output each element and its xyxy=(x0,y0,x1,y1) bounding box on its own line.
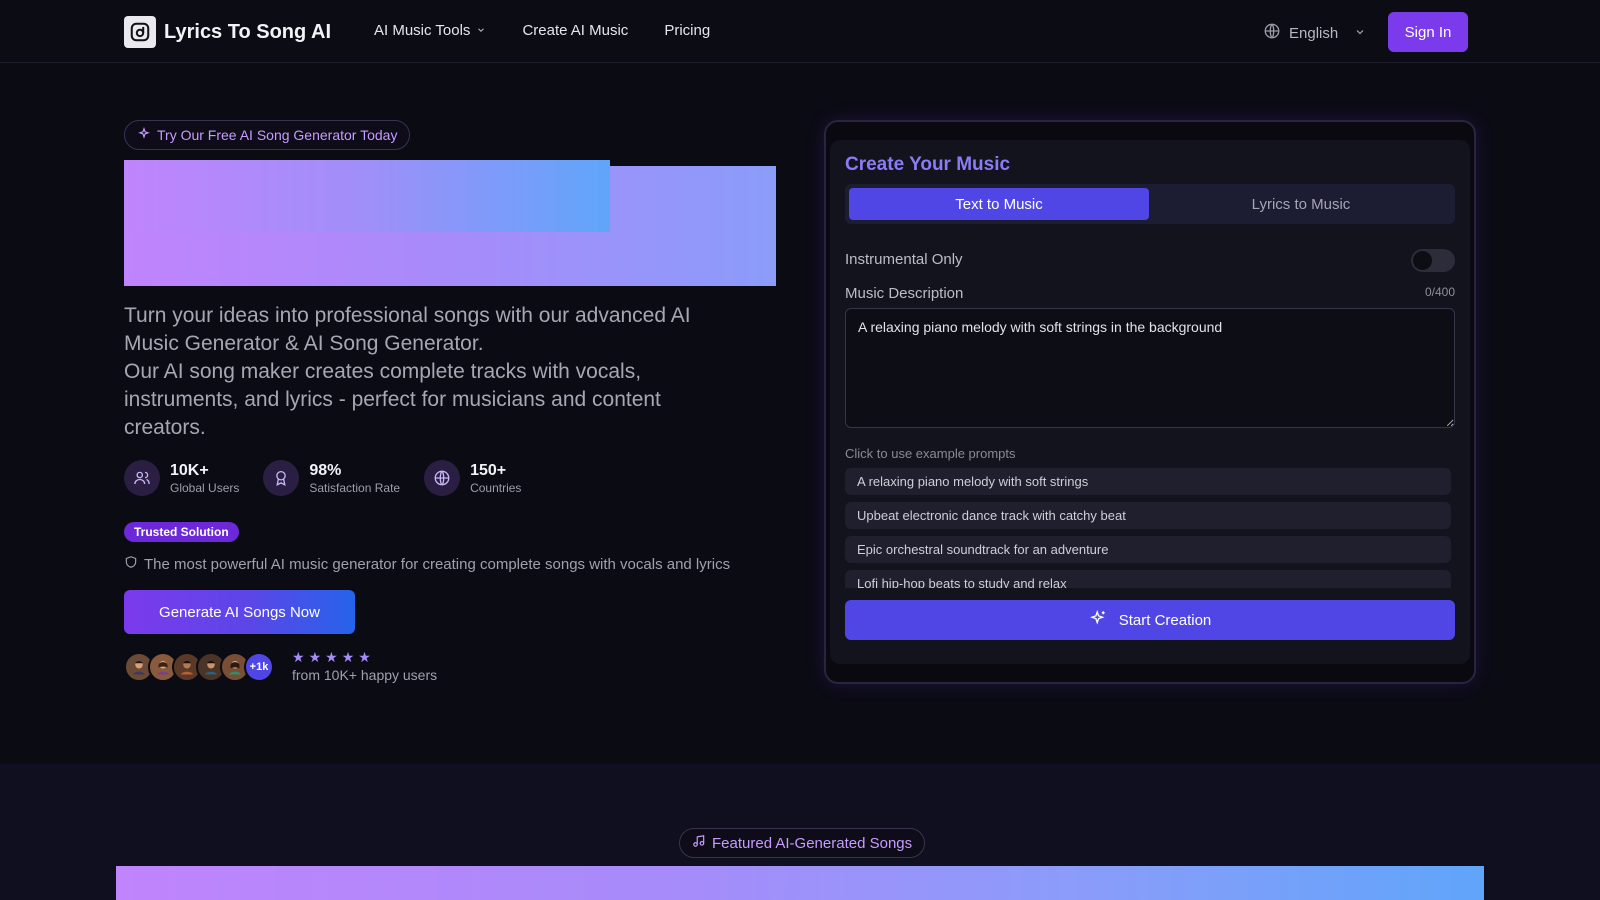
users-icon xyxy=(124,460,160,496)
instrumental-label: Instrumental Only xyxy=(845,251,963,268)
example-prompt[interactable]: Upbeat electronic dance track with catch… xyxy=(845,502,1451,529)
free-generator-badge: Try Our Free AI Song Generator Today xyxy=(124,120,411,150)
globe-icon xyxy=(1263,22,1281,44)
sign-in-button[interactable]: Sign In xyxy=(1388,12,1468,52)
chevron-down-icon xyxy=(1354,25,1366,42)
stat-value: 10K+ xyxy=(170,461,209,479)
tab-text-to-music[interactable]: Text to Music xyxy=(849,188,1149,220)
featured-badge-text: Featured AI-Generated Songs xyxy=(712,834,913,852)
instrumental-toggle[interactable] xyxy=(1411,249,1455,272)
language-label: English xyxy=(1289,24,1339,42)
stat-value: 98% xyxy=(309,461,342,479)
nav-label: Pricing xyxy=(664,22,711,39)
brand-logo[interactable]: Lyrics To Song AI xyxy=(124,16,331,48)
example-prompts-list[interactable]: A relaxing piano melody with soft string… xyxy=(845,468,1451,588)
star-icon: ★ xyxy=(292,649,305,665)
star-icon: ★ xyxy=(325,649,338,665)
nav-label: AI Music Tools xyxy=(374,22,471,39)
hero-description-line-2: Our AI song maker creates complete track… xyxy=(124,360,661,439)
rating-stars: ★ ★ ★ ★ ★ xyxy=(292,649,437,665)
start-creation-button[interactable]: Start Creation xyxy=(845,600,1455,640)
stat-global-users: 10K+ Global Users xyxy=(124,460,239,496)
example-prompt[interactable]: Lofi hip-hop beats to study and relax xyxy=(845,570,1451,588)
award-icon xyxy=(263,460,300,496)
badge-text: Try Our Free AI Song Generator Today xyxy=(157,127,398,143)
example-prompt[interactable]: A relaxing piano melody with soft string… xyxy=(845,468,1451,495)
shield-icon xyxy=(124,555,138,573)
stat-label: Global Users xyxy=(170,480,240,495)
mode-tabs: Text to Music Lyrics to Music xyxy=(845,184,1455,224)
tab-lyrics-to-music[interactable]: Lyrics to Music xyxy=(1151,188,1451,220)
stat-label: Countries xyxy=(470,480,522,495)
star-icon: ★ xyxy=(358,649,371,665)
star-icon: ★ xyxy=(341,649,355,665)
music-note-icon xyxy=(692,834,706,852)
stat-satisfaction: 98% Satisfaction Rate xyxy=(263,460,400,496)
powerful-text: The most powerful AI music generator for… xyxy=(144,555,731,573)
nav-create-ai-music[interactable]: Create AI Music xyxy=(522,22,628,39)
brand-name: Lyrics To Song AI xyxy=(164,20,332,43)
top-navbar: Lyrics To Song AI AI Music Tools Create … xyxy=(0,0,1600,63)
rating-block: ★ ★ ★ ★ ★ from 10K+ happy users xyxy=(292,649,437,683)
globe-icon xyxy=(424,460,461,496)
start-creation-label: Start Creation xyxy=(1118,611,1212,629)
logo-icon xyxy=(124,16,156,48)
example-prompt[interactable]: Epic orchestral soundtrack for an advent… xyxy=(845,536,1451,563)
description-label: Music Description xyxy=(845,285,964,302)
hero-description-line-1: Turn your ideas into professional songs … xyxy=(124,304,691,355)
nav-ai-music-tools[interactable]: AI Music Tools xyxy=(374,22,486,39)
rating-text: from 10K+ happy users xyxy=(292,667,438,683)
example-prompts-label: Click to use example prompts xyxy=(845,446,1016,461)
hero-description: Turn your ideas into professional songs … xyxy=(124,302,744,442)
chevron-down-icon xyxy=(476,22,486,39)
character-counter: 0/400 xyxy=(1424,285,1455,299)
stat-label: Satisfaction Rate xyxy=(309,480,401,495)
nav-label: Create AI Music xyxy=(522,22,629,39)
star-icon: ★ xyxy=(308,649,322,665)
main-nav: AI Music Tools Create AI Music Pricing xyxy=(374,22,710,39)
card-title: Create Your Music xyxy=(845,154,1011,175)
stats-row: 10K+ Global Users 98% Satisfaction Rate … xyxy=(124,460,521,496)
nav-pricing[interactable]: Pricing xyxy=(664,22,710,39)
toggle-knob xyxy=(1413,251,1432,270)
more-users-avatar: +1k xyxy=(244,652,274,682)
user-avatars: +1k xyxy=(124,652,274,682)
stat-countries: 150+ Countries xyxy=(424,460,521,496)
powerful-statement: The most powerful AI music generator for… xyxy=(124,555,730,573)
hero-title-gradient-overlay xyxy=(124,160,610,232)
music-description-input[interactable]: A relaxing piano melody with soft string… xyxy=(845,308,1455,428)
sparkles-icon xyxy=(137,126,151,144)
language-selector[interactable]: English xyxy=(1263,22,1366,44)
generate-songs-button[interactable]: Generate AI Songs Now xyxy=(124,590,355,634)
sparkles-icon xyxy=(1089,609,1107,631)
featured-title-gradient-block xyxy=(116,866,1484,900)
stat-value: 150+ xyxy=(470,461,507,479)
featured-songs-badge: Featured AI-Generated Songs xyxy=(679,828,926,858)
trusted-solution-badge: Trusted Solution xyxy=(124,522,239,542)
